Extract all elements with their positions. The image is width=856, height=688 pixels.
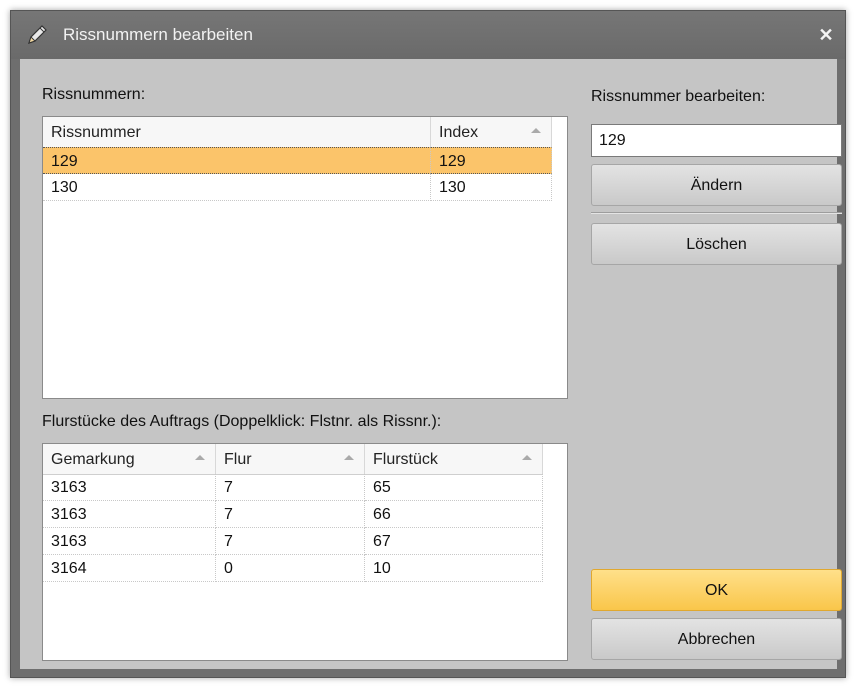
title-bar[interactable]: Rissnummern bearbeiten ✕ bbox=[11, 11, 845, 59]
close-icon[interactable]: ✕ bbox=[815, 24, 837, 46]
column-header-label: Gemarkung bbox=[51, 451, 135, 468]
cell-gemarkung: 3163 bbox=[43, 528, 216, 555]
cell-rissnummer: 129 bbox=[43, 147, 431, 174]
flurstuecke-list[interactable]: Gemarkung Flur Flurstück 3163 7 65 3163 … bbox=[42, 443, 568, 661]
edit-label: Rissnummer bearbeiten: bbox=[591, 88, 766, 105]
sort-ascending-icon bbox=[344, 455, 354, 460]
cell-flurstueck: 67 bbox=[365, 528, 543, 555]
cell-flurstueck: 10 bbox=[365, 555, 543, 582]
ok-button[interactable]: OK bbox=[591, 569, 842, 611]
column-header-label: Flurstück bbox=[373, 451, 438, 468]
divider bbox=[591, 212, 842, 214]
column-header-rissnummer[interactable]: Rissnummer bbox=[43, 117, 431, 147]
column-header-index[interactable]: Index bbox=[431, 117, 552, 147]
sort-ascending-icon bbox=[531, 128, 541, 133]
aendern-button[interactable]: Ändern bbox=[591, 164, 842, 206]
cell-flur: 7 bbox=[216, 474, 365, 501]
cell-flur: 7 bbox=[216, 528, 365, 555]
rissnummern-list[interactable]: Rissnummer Index 129 129 130 130 bbox=[42, 116, 568, 399]
column-header-gemarkung[interactable]: Gemarkung bbox=[43, 444, 216, 474]
flurstuecke-header: Gemarkung Flur Flurstück bbox=[43, 444, 543, 475]
cell-flur: 7 bbox=[216, 501, 365, 528]
abbrechen-button[interactable]: Abbrechen bbox=[591, 618, 842, 660]
sort-ascending-icon bbox=[522, 455, 532, 460]
cell-rissnummer: 130 bbox=[43, 174, 431, 201]
column-header-label: Rissnummer bbox=[51, 124, 141, 141]
sort-ascending-icon bbox=[195, 455, 205, 460]
cell-flur: 0 bbox=[216, 555, 365, 582]
table-row[interactable]: 130 130 bbox=[43, 174, 552, 201]
cell-gemarkung: 3163 bbox=[43, 501, 216, 528]
window-title: Rissnummern bearbeiten bbox=[63, 25, 253, 44]
rissnummer-input[interactable] bbox=[591, 124, 842, 157]
cell-gemarkung: 3164 bbox=[43, 555, 216, 582]
column-header-flur[interactable]: Flur bbox=[216, 444, 365, 474]
dialog-window: Rissnummern bearbeiten ✕ Rissnummern: Ri… bbox=[10, 10, 846, 678]
loeschen-button[interactable]: Löschen bbox=[591, 223, 842, 265]
column-header-label: Index bbox=[439, 124, 479, 141]
table-row[interactable]: 3164 0 10 bbox=[43, 555, 543, 582]
table-row[interactable]: 3163 7 67 bbox=[43, 528, 543, 555]
table-row[interactable]: 3163 7 65 bbox=[43, 474, 543, 501]
cell-index: 130 bbox=[431, 174, 552, 201]
rissnummern-header: Rissnummer Index bbox=[43, 117, 552, 148]
cell-flurstueck: 65 bbox=[365, 474, 543, 501]
table-row[interactable]: 129 129 bbox=[43, 147, 552, 174]
cell-index: 129 bbox=[431, 147, 552, 174]
dialog-client-area: Rissnummern: Rissnummer Index 129 129 13… bbox=[20, 59, 842, 669]
table-row[interactable]: 3163 7 66 bbox=[43, 501, 543, 528]
column-header-flurstueck[interactable]: Flurstück bbox=[365, 444, 543, 474]
rissnummern-label: Rissnummern: bbox=[42, 86, 146, 103]
cell-flurstueck: 66 bbox=[365, 501, 543, 528]
flurstuecke-label: Flurstücke des Auftrags (Doppelklick: Fl… bbox=[42, 413, 442, 430]
cell-gemarkung: 3163 bbox=[43, 474, 216, 501]
pencil-icon bbox=[25, 23, 49, 47]
column-header-label: Flur bbox=[224, 451, 252, 468]
